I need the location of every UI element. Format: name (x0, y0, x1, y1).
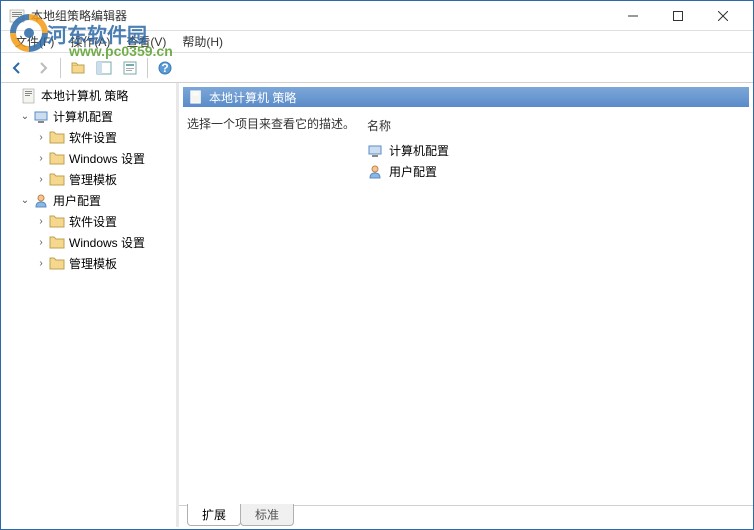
tree-pane-icon (96, 60, 112, 76)
tree-admin-templates[interactable]: › 管理模板 (1, 169, 176, 190)
folder-icon (49, 172, 65, 188)
tree-software-settings[interactable]: › 软件设置 (1, 127, 176, 148)
back-button[interactable] (5, 56, 29, 80)
show-hide-tree-button[interactable] (92, 56, 116, 80)
minimize-icon (628, 11, 638, 21)
properties-icon (122, 60, 138, 76)
chevron-right-icon[interactable]: › (33, 256, 49, 272)
tree-label: 本地计算机 策略 (41, 87, 128, 104)
tree-computer-config[interactable]: ⌄ 计算机配置 (1, 106, 176, 127)
policy-icon (21, 88, 37, 104)
folder-icon (49, 214, 65, 230)
policy-icon (189, 90, 203, 104)
column-header-name[interactable]: 名称 (367, 115, 745, 140)
folder-icon (49, 151, 65, 167)
list-item[interactable]: 计算机配置 (367, 140, 745, 161)
main-header: 本地计算机 策略 (183, 87, 749, 107)
user-icon (33, 193, 49, 209)
tab-extended[interactable]: 扩展 (187, 504, 241, 526)
tree-label: 软件设置 (69, 129, 117, 146)
user-icon (367, 164, 383, 180)
main-body: 选择一个项目来查看它的描述。 名称 计算机配置 用户配置 (179, 107, 753, 505)
list-item[interactable]: 用户配置 (367, 161, 745, 182)
close-button[interactable] (700, 2, 745, 30)
forward-button[interactable] (31, 56, 55, 80)
tree-user-config[interactable]: ⌄ 用户配置 (1, 190, 176, 211)
properties-button[interactable] (118, 56, 142, 80)
content-area: 本地计算机 策略 ⌄ 计算机配置 › 软件设置 › Windows 设置 › 管… (1, 83, 753, 527)
help-icon: ? (157, 60, 173, 76)
folder-up-icon (70, 60, 86, 76)
folder-icon (49, 235, 65, 251)
tree-label: 软件设置 (69, 213, 117, 230)
titlebar: 本地组策略编辑器 (1, 1, 753, 31)
tree-windows-settings[interactable]: › Windows 设置 (1, 148, 176, 169)
tree-windows-settings[interactable]: › Windows 设置 (1, 232, 176, 253)
minimize-button[interactable] (610, 2, 655, 30)
toolbar-separator (147, 58, 148, 78)
main-panel: 本地计算机 策略 选择一个项目来查看它的描述。 名称 计算机配置 用户配置 扩展… (179, 83, 753, 527)
menu-action[interactable]: 操作(A) (62, 31, 118, 52)
tree-label: 计算机配置 (53, 108, 113, 125)
tab-standard[interactable]: 标准 (240, 504, 294, 526)
tree-label: Windows 设置 (69, 150, 145, 167)
tab-strip: 扩展 标准 (179, 505, 753, 527)
folder-icon (49, 130, 65, 146)
tree-admin-templates[interactable]: › 管理模板 (1, 253, 176, 274)
chevron-down-icon[interactable]: ⌄ (17, 109, 33, 125)
description-column: 选择一个项目来查看它的描述。 (187, 115, 367, 497)
menu-file[interactable]: 文件(F) (7, 31, 62, 52)
list-item-label: 计算机配置 (389, 142, 449, 159)
computer-icon (33, 109, 49, 125)
tree-panel[interactable]: 本地计算机 策略 ⌄ 计算机配置 › 软件设置 › Windows 设置 › 管… (1, 83, 179, 527)
chevron-right-icon[interactable]: › (33, 235, 49, 251)
main-header-title: 本地计算机 策略 (209, 89, 296, 106)
chevron-down-icon[interactable]: ⌄ (17, 193, 33, 209)
window-title: 本地组策略编辑器 (31, 7, 610, 24)
tree-software-settings[interactable]: › 软件设置 (1, 211, 176, 232)
menu-view[interactable]: 查看(V) (118, 31, 174, 52)
app-icon (9, 8, 25, 24)
description-text: 选择一个项目来查看它的描述。 (187, 115, 357, 132)
folder-icon (49, 256, 65, 272)
tree-label: 用户配置 (53, 192, 101, 209)
toolbar: ? (1, 53, 753, 83)
tree-label: 管理模板 (69, 255, 117, 272)
tree-label: Windows 设置 (69, 234, 145, 251)
chevron-right-icon[interactable]: › (33, 172, 49, 188)
chevron-right-icon[interactable]: › (33, 214, 49, 230)
menubar: 文件(F) 操作(A) 查看(V) 帮助(H) (1, 31, 753, 53)
computer-icon (367, 143, 383, 159)
close-icon (718, 11, 728, 21)
up-level-button[interactable] (66, 56, 90, 80)
list-column: 名称 计算机配置 用户配置 (367, 115, 745, 497)
chevron-right-icon[interactable]: › (33, 130, 49, 146)
tree-label: 管理模板 (69, 171, 117, 188)
toolbar-separator (60, 58, 61, 78)
list-item-label: 用户配置 (389, 163, 437, 180)
chevron-right-icon[interactable]: › (33, 151, 49, 167)
maximize-button[interactable] (655, 2, 700, 30)
tree-root[interactable]: 本地计算机 策略 (1, 85, 176, 106)
help-button[interactable]: ? (153, 56, 177, 80)
maximize-icon (673, 11, 683, 21)
expander-icon (5, 88, 21, 104)
arrow-left-icon (9, 60, 25, 76)
svg-text:?: ? (161, 61, 168, 75)
arrow-right-icon (35, 60, 51, 76)
menu-help[interactable]: 帮助(H) (174, 31, 231, 52)
